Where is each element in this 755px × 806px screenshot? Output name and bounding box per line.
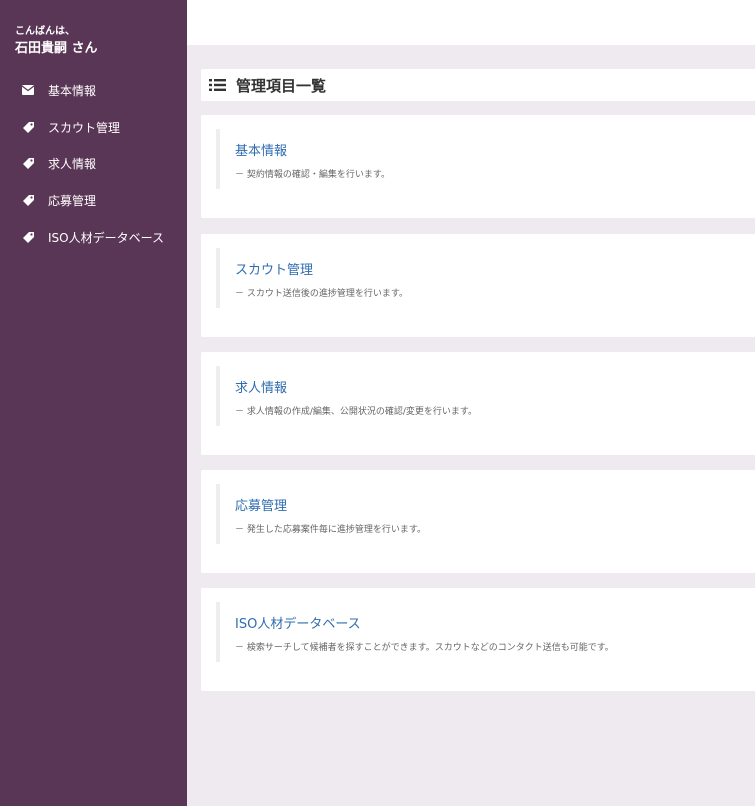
user-name: 石田貴嗣 さん [15, 41, 98, 56]
section-header: 管理項目一覧 [201, 69, 755, 101]
card-description: － 発生した応募案件毎に進捗管理を行います。 [235, 525, 426, 535]
sidebar-item-applications[interactable]: 応募管理 [0, 182, 187, 219]
tag-icon [21, 120, 35, 134]
top-bar [187, 0, 755, 45]
card-accent-bar [216, 602, 220, 662]
greeting-text: こんばんは、 [15, 26, 75, 37]
card-description: － 求人情報の作成/編集、公開状況の確認/変更を行います。 [235, 407, 478, 417]
sidebar-item-label: スカウト管理 [48, 120, 121, 135]
card-applications[interactable]: 応募管理 － 発生した応募案件毎に進捗管理を行います。 [201, 470, 755, 573]
sidebar-item-scout[interactable]: スカウト管理 [0, 109, 187, 146]
sidebar-item-iso-database[interactable]: ISO人材データベース [0, 219, 187, 256]
sidebar-nav: 基本情報 スカウト管理 求人情報 応募管理 ISO人材データベース [0, 72, 187, 255]
card-basic-info[interactable]: 基本情報 － 契約情報の確認・編集を行います。 [201, 115, 755, 218]
sidebar-item-label: 応募管理 [48, 193, 97, 208]
sidebar-item-basic-info[interactable]: 基本情報 [0, 72, 187, 109]
card-title[interactable]: 応募管理 [235, 495, 287, 514]
sidebar-item-jobs[interactable]: 求人情報 [0, 145, 187, 182]
card-title[interactable]: ISO人材データベース [235, 613, 361, 632]
card-accent-bar [216, 366, 220, 426]
sidebar-item-label: 基本情報 [48, 83, 97, 98]
tag-icon [21, 157, 35, 171]
card-title[interactable]: スカウト管理 [235, 259, 313, 278]
card-description: － 契約情報の確認・編集を行います。 [235, 170, 390, 180]
page-title: 管理項目一覧 [236, 76, 327, 95]
list-icon [209, 78, 227, 92]
sidebar-item-label: 求人情報 [48, 157, 97, 172]
tag-icon [21, 193, 35, 207]
card-title[interactable]: 基本情報 [235, 140, 287, 159]
card-scout[interactable]: スカウト管理 － スカウト送信後の進捗管理を行います。 [201, 234, 755, 337]
sidebar: こんばんは、 石田貴嗣 さん 基本情報 スカウト管理 求人情報 応募管理 ISO… [0, 0, 187, 806]
card-description: － スカウト送信後の進捗管理を行います。 [235, 289, 408, 299]
card-accent-bar [216, 484, 220, 544]
card-accent-bar [216, 129, 220, 189]
sidebar-item-label: ISO人材データベース [48, 230, 165, 245]
tag-icon [21, 230, 35, 244]
card-description: － 検索サーチして候補者を探すことができます。スカウトなどのコンタクト送信も可能… [235, 643, 614, 653]
card-accent-bar [216, 248, 220, 308]
card-iso-database[interactable]: ISO人材データベース － 検索サーチして候補者を探すことができます。スカウトな… [201, 588, 755, 691]
card-jobs[interactable]: 求人情報 － 求人情報の作成/編集、公開状況の確認/変更を行います。 [201, 352, 755, 455]
envelope-icon [21, 83, 35, 97]
card-title[interactable]: 求人情報 [235, 377, 287, 396]
